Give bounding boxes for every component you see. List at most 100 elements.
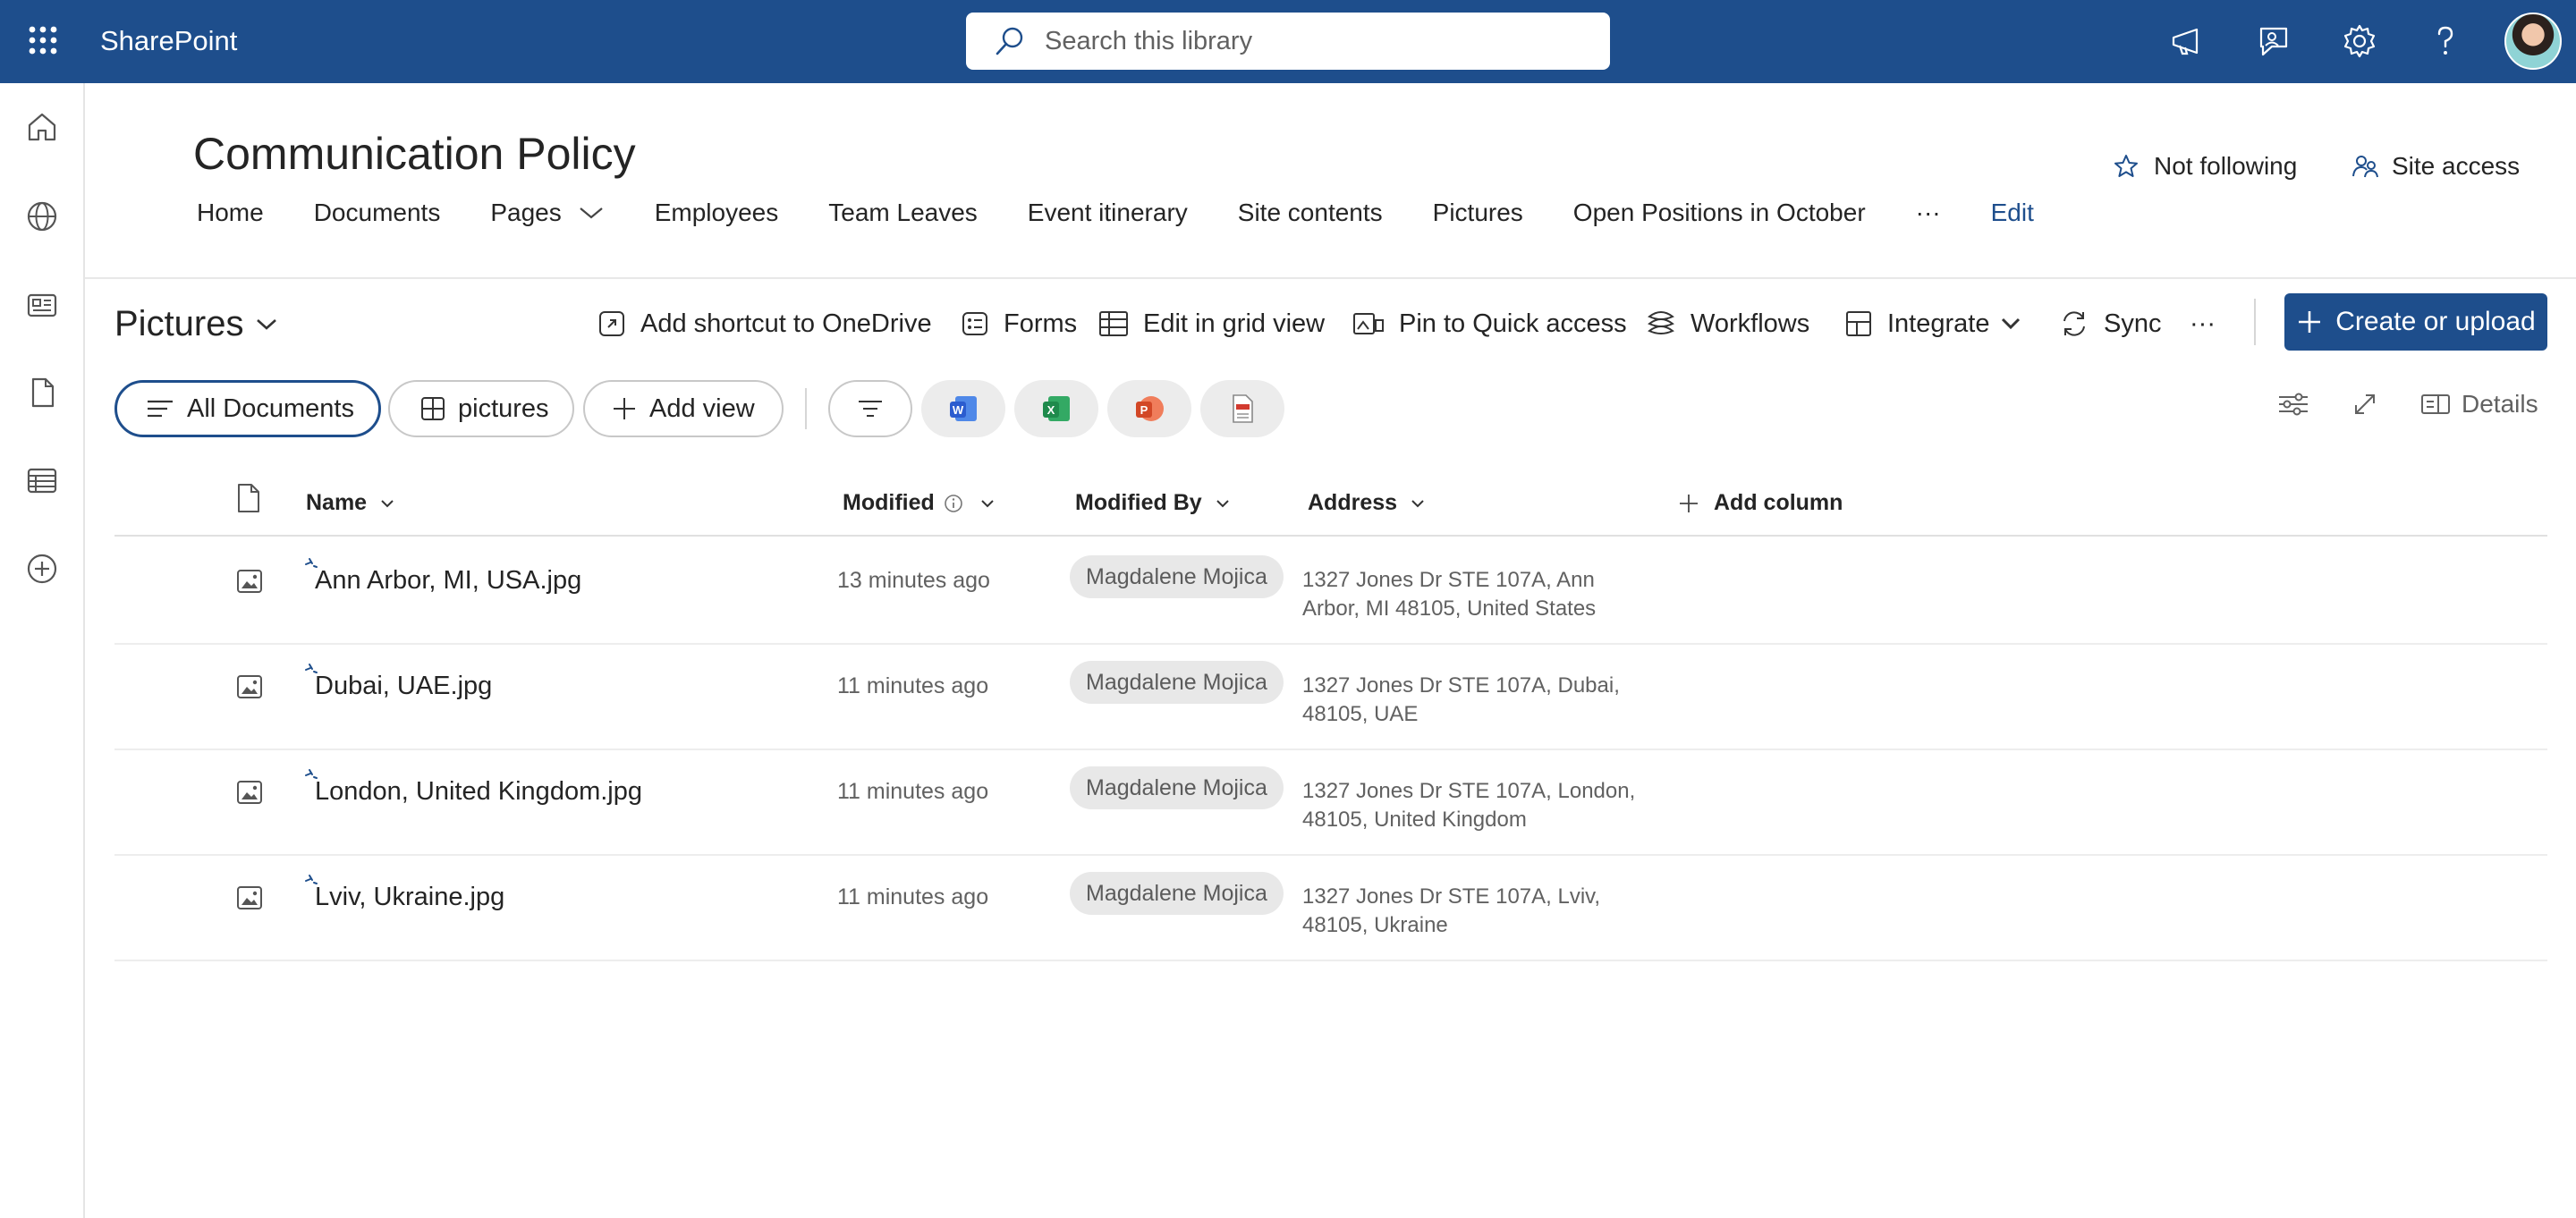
address-line-2: 48105, United Kingdom xyxy=(1302,808,1527,832)
file-name-link[interactable]: Dubai, UAE.jpg xyxy=(315,672,492,701)
column-address-header[interactable]: Address xyxy=(1308,490,1426,516)
site-access-button[interactable]: Site access xyxy=(2351,152,2520,181)
sync-icon xyxy=(2059,309,2104,339)
view-options-button[interactable] xyxy=(2277,390,2309,419)
megaphone-icon[interactable] xyxy=(2168,21,2207,61)
view-all-documents[interactable]: All Documents xyxy=(114,380,381,437)
image-file-icon xyxy=(236,568,263,595)
create-or-upload-button[interactable]: Create or upload xyxy=(2284,293,2547,351)
nav-event-itinerary[interactable]: Event itinerary xyxy=(1028,199,1188,227)
filter-icon xyxy=(856,398,885,419)
follow-button[interactable]: Not following xyxy=(2113,152,2297,181)
document-icon[interactable] xyxy=(25,376,59,410)
home-icon[interactable] xyxy=(25,110,59,144)
modified-by-person[interactable]: Magdalene Mojica xyxy=(1070,872,1284,915)
address-line-1: 1327 Jones Dr STE 107A, Lviv, xyxy=(1302,884,1601,909)
nav-employees[interactable]: Employees xyxy=(655,199,779,227)
view-pictures[interactable]: pictures xyxy=(388,380,574,437)
nav-edit-link[interactable]: Edit xyxy=(1991,199,2034,227)
feedback-icon[interactable] xyxy=(2254,21,2293,61)
address-line-1: 1327 Jones Dr STE 107A, Dubai, xyxy=(1302,673,1620,698)
column-name-header[interactable]: Name xyxy=(306,490,395,516)
library-title[interactable]: Pictures xyxy=(114,304,278,344)
add-shortcut-button[interactable]: Add shortcut to OneDrive xyxy=(597,306,932,342)
news-icon[interactable] xyxy=(25,288,59,322)
chevron-down-icon xyxy=(1410,497,1426,510)
globe-icon[interactable] xyxy=(25,199,59,233)
app-name[interactable]: SharePoint xyxy=(100,25,237,57)
table-row[interactable]: Ann Arbor, MI, USA.jpg 13 minutes ago Ma… xyxy=(114,539,2547,645)
app-launcher-icon[interactable] xyxy=(25,22,61,58)
chevron-down-icon xyxy=(1215,497,1231,510)
filter-powerpoint-button[interactable]: P xyxy=(1107,380,1191,437)
pin-quick-access-button[interactable]: Pin to Quick access xyxy=(1352,306,1627,342)
add-view-label: Add view xyxy=(649,393,755,423)
all-documents-label: All Documents xyxy=(187,393,354,423)
search-box[interactable] xyxy=(966,13,1610,70)
nav-home[interactable]: Home xyxy=(197,199,264,227)
address-line-1: 1327 Jones Dr STE 107A, London, xyxy=(1302,779,1636,803)
powerpoint-icon: P xyxy=(1134,393,1165,424)
image-file-icon xyxy=(236,884,263,911)
column-modified-by-header[interactable]: Modified By xyxy=(1075,490,1231,516)
integrate-button[interactable]: Integrate xyxy=(1844,306,2036,342)
nav-more[interactable]: ··· xyxy=(1916,199,1941,227)
user-avatar[interactable] xyxy=(2504,13,2562,70)
column-address-label: Address xyxy=(1308,490,1398,515)
file-name-link[interactable]: London, United Kingdom.jpg xyxy=(315,777,642,807)
search-icon xyxy=(995,26,1025,56)
chevron-down-icon xyxy=(379,497,395,510)
nav-pictures[interactable]: Pictures xyxy=(1433,199,1523,227)
column-modified-header[interactable]: Modified xyxy=(843,490,996,516)
chevron-down-icon xyxy=(578,204,605,222)
add-view-button[interactable]: Add view xyxy=(583,380,784,437)
create-add-icon[interactable] xyxy=(25,552,59,586)
table-row[interactable]: London, United Kingdom.jpg 11 minutes ag… xyxy=(114,750,2547,856)
file-name-link[interactable]: Lviv, Ukraine.jpg xyxy=(315,883,504,912)
more-commands-button[interactable]: ··· xyxy=(2190,306,2216,342)
create-label: Create or upload xyxy=(2335,307,2536,336)
nav-documents[interactable]: Documents xyxy=(314,199,441,227)
svg-text:W: W xyxy=(953,403,964,417)
filter-pdf-button[interactable] xyxy=(1200,380,1284,437)
help-icon[interactable] xyxy=(2426,21,2465,61)
modified-by-person[interactable]: Magdalene Mojica xyxy=(1070,766,1284,809)
settings-gear-icon[interactable] xyxy=(2340,21,2379,61)
nav-pages-label: Pages xyxy=(490,199,562,226)
people-icon xyxy=(2351,153,2379,180)
nav-team-leaves[interactable]: Team Leaves xyxy=(828,199,978,227)
filter-button[interactable] xyxy=(828,380,912,437)
file-name-link[interactable]: Ann Arbor, MI, USA.jpg xyxy=(315,566,581,596)
chevron-down-icon xyxy=(255,316,278,334)
edit-grid-label: Edit in grid view xyxy=(1143,309,1326,338)
modified-time: 13 minutes ago xyxy=(837,568,990,593)
workflows-button[interactable]: Workflows xyxy=(1646,306,1809,342)
modified-by-person[interactable]: Magdalene Mojica xyxy=(1070,555,1284,598)
filter-excel-button[interactable]: X xyxy=(1014,380,1098,437)
forms-button[interactable]: Forms xyxy=(961,306,1077,342)
edit-grid-view-button[interactable]: Edit in grid view xyxy=(1098,306,1325,342)
address-line-2: Arbor, MI 48105, United States xyxy=(1302,596,1597,621)
pdf-icon xyxy=(1229,393,1256,424)
nav-pages[interactable]: Pages xyxy=(490,199,604,227)
plus-icon xyxy=(612,396,649,421)
svg-text:P: P xyxy=(1140,403,1148,417)
add-column-button[interactable]: Add column xyxy=(1678,490,1843,516)
modified-time: 11 minutes ago xyxy=(837,673,989,698)
table-row[interactable]: Lviv, Ukraine.jpg 11 minutes ago Magdale… xyxy=(114,856,2547,961)
table-row[interactable]: Dubai, UAE.jpg 11 minutes ago Magdalene … xyxy=(114,645,2547,750)
modified-by-person[interactable]: Magdalene Mojica xyxy=(1070,661,1284,704)
sync-button[interactable]: Sync xyxy=(2059,306,2161,342)
integrate-icon xyxy=(1844,309,1887,338)
details-pane-button[interactable]: Details xyxy=(2420,390,2538,419)
search-input[interactable] xyxy=(1045,26,1581,56)
filter-word-button[interactable]: W xyxy=(921,380,1005,437)
lists-icon[interactable] xyxy=(25,463,59,497)
expand-button[interactable] xyxy=(2351,390,2379,419)
nav-site-contents[interactable]: Site contents xyxy=(1238,199,1383,227)
file-type-column-icon[interactable] xyxy=(236,483,261,513)
left-rail xyxy=(0,83,85,1218)
nav-open-positions[interactable]: Open Positions in October xyxy=(1573,199,1866,227)
site-title[interactable]: Communication Policy xyxy=(193,127,636,181)
address-cell: 1327 Jones Dr STE 107A, Ann Arbor, MI 48… xyxy=(1302,566,1660,623)
